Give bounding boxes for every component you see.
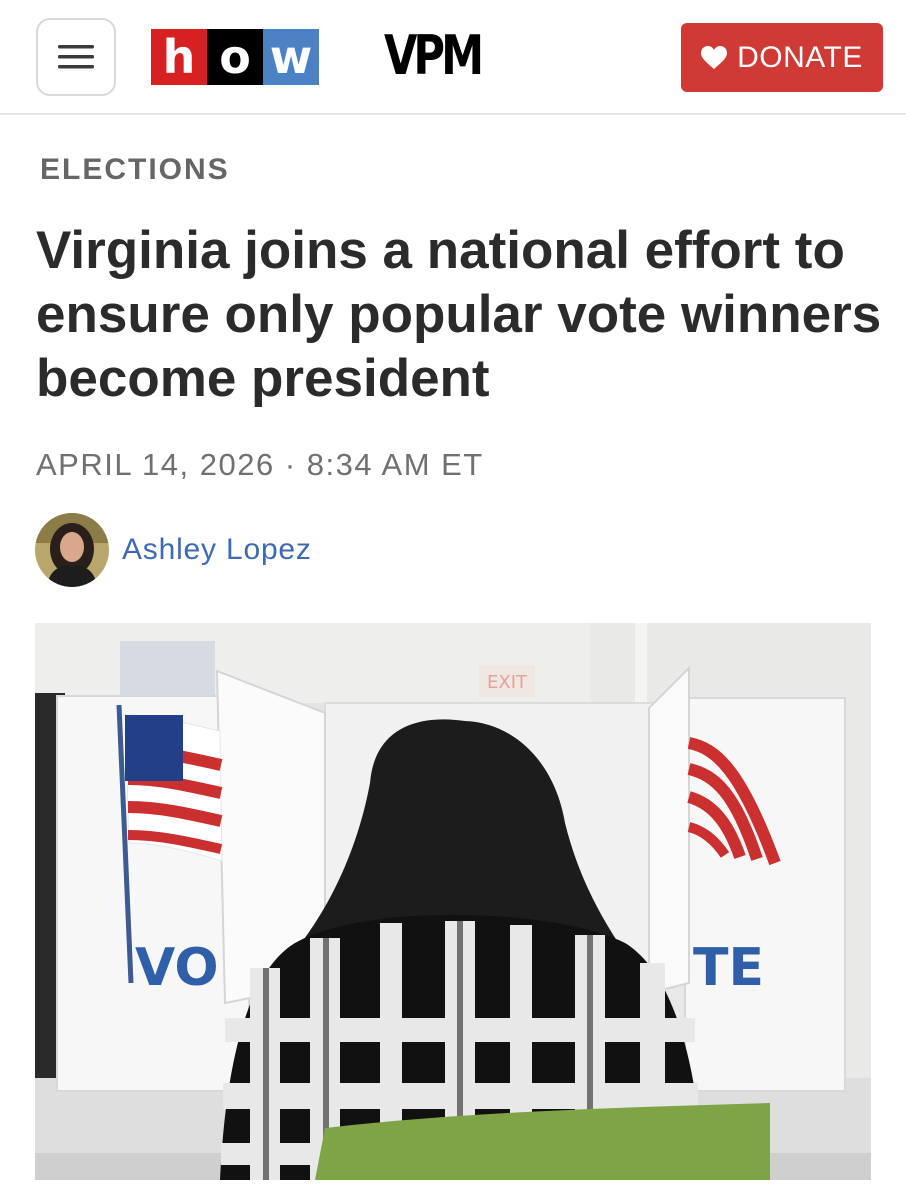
voting-booth-photo: EXIT VO TE <box>35 623 871 1180</box>
article-hero-image: EXIT VO TE <box>35 623 871 1180</box>
section-label[interactable]: ELECTIONS <box>40 153 230 187</box>
booth-left-text: VO <box>135 938 219 998</box>
booth-right-text: TE <box>693 938 764 998</box>
article-headline: Virginia joins a national effort to ensu… <box>36 221 882 408</box>
npr-logo[interactable]: h o w <box>151 29 319 85</box>
donate-label: DONATE <box>737 40 863 74</box>
article-dateline: APRIL 14, 2026 · 8:34 AM ET <box>36 447 484 482</box>
donate-button[interactable]: DONATE <box>681 23 883 92</box>
site-header: h o w VPM DONATE <box>0 0 906 115</box>
heart-icon <box>701 45 728 69</box>
flag-left <box>124 714 223 862</box>
exit-sign: EXIT <box>487 672 528 693</box>
logo-letter-h: h <box>151 29 207 85</box>
logo-letter-w: w <box>263 29 319 85</box>
vpm-logo[interactable]: VPM <box>384 26 484 86</box>
menu-button[interactable] <box>36 18 116 96</box>
byline: Ashley Lopez <box>35 513 312 587</box>
author-avatar[interactable] <box>35 513 109 587</box>
logo-letter-o: o <box>207 29 263 85</box>
author-name[interactable]: Ashley Lopez <box>122 533 312 567</box>
hamburger-menu-icon <box>58 45 94 69</box>
